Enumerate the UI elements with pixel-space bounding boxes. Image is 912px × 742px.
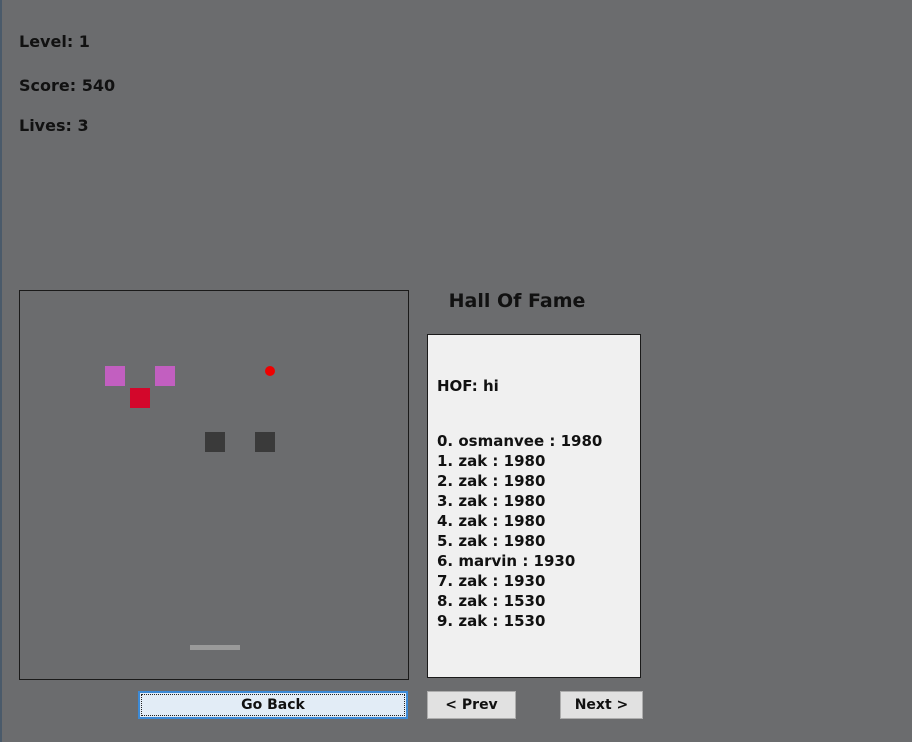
brick-dark-2 [255,432,275,452]
next-button[interactable]: Next > [560,691,643,719]
ball [265,366,275,376]
level-label: Level: 1 [19,32,90,51]
game-board[interactable] [19,290,409,680]
hof-entry: 0. osmanvee : 1980 [437,432,603,450]
brick-pink-2 [155,366,175,386]
lives-label: Lives: 3 [19,116,89,135]
hof-entry: 3. zak : 1980 [437,492,546,510]
score-label: Score: 540 [19,76,116,95]
paddle[interactable] [190,645,240,650]
hof-entry: 9. zak : 1530 [437,612,546,630]
hall-of-fame-panel: HOF: hi 0. osmanvee : 1980 1. zak : 1980… [427,334,641,678]
hof-entry: 7. zak : 1930 [437,572,546,590]
hall-of-fame-title: Hall Of Fame [448,290,586,312]
go-back-button[interactable]: Go Back [138,691,408,719]
hof-header: HOF: hi [437,377,499,395]
hof-entry: 4. zak : 1980 [437,512,546,530]
window-left-edge [0,0,2,742]
hof-entry: 5. zak : 1980 [437,532,546,550]
brick-pink-1 [105,366,125,386]
hof-entry: 1. zak : 1980 [437,452,546,470]
prev-button[interactable]: < Prev [427,691,516,719]
hof-entry: 8. zak : 1530 [437,592,546,610]
brick-red [130,388,150,408]
hof-entry: 6. marvin : 1930 [437,552,576,570]
brick-dark-1 [205,432,225,452]
hof-entry: 2. zak : 1980 [437,472,546,490]
